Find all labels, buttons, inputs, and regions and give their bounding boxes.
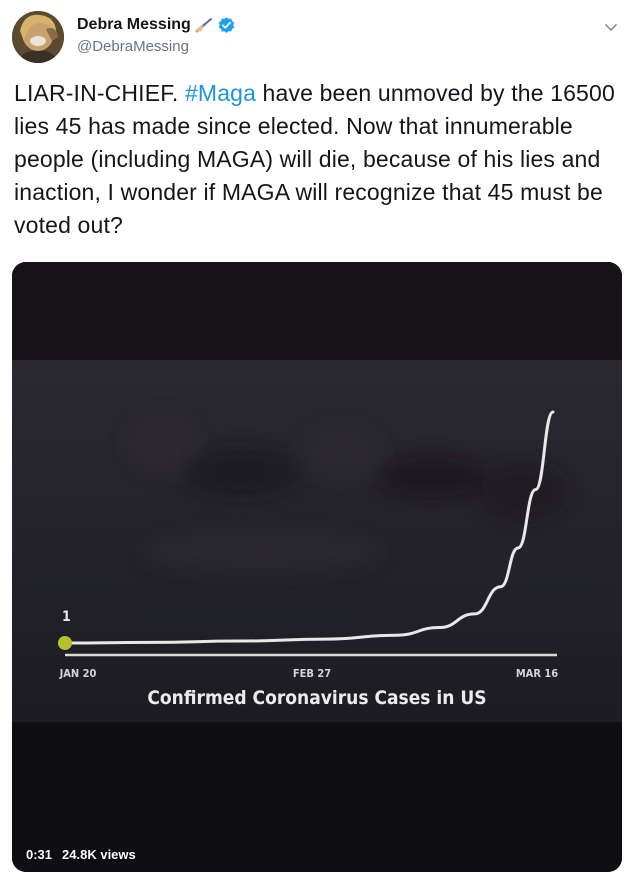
x-tick-label: FEB 27 bbox=[293, 667, 331, 680]
video-frame-chart: 1 JAN 20 FEB 27 MAR 16 Confirmed Coronavirus… bbox=[12, 262, 622, 872]
verified-badge-icon bbox=[218, 16, 235, 33]
tweet-text: LIAR-IN-CHIEF. #Maga have been unmoved b… bbox=[14, 77, 626, 242]
video-player[interactable]: 1 JAN 20 FEB 27 MAR 16 Confirmed Coronavirus… bbox=[12, 262, 622, 872]
tweet-text-lead: LIAR-IN-CHIEF. bbox=[14, 80, 185, 106]
chevron-down-icon[interactable] bbox=[602, 18, 620, 36]
start-point-marker bbox=[58, 636, 72, 650]
start-value-label: 1 bbox=[62, 609, 71, 625]
writing-hand-icon bbox=[195, 18, 212, 33]
author-handle[interactable]: @DebraMessing bbox=[77, 38, 189, 55]
display-name[interactable]: Debra Messing bbox=[77, 16, 191, 34]
hashtag-link[interactable]: #Maga bbox=[185, 80, 256, 106]
tweet-card: Debra Messing @DebraMessing LIAR-IN-CHIE… bbox=[0, 0, 634, 887]
x-tick-label: JAN 20 bbox=[59, 667, 97, 680]
avatar-photo bbox=[12, 11, 64, 63]
video-overlay: 0:31 24.8K views bbox=[26, 847, 136, 862]
author-name-row: Debra Messing bbox=[77, 15, 236, 35]
x-tick-label: MAR 16 bbox=[516, 667, 558, 680]
avatar[interactable] bbox=[12, 11, 64, 63]
video-view-count: 24.8K views bbox=[62, 847, 136, 862]
chart-title: Confirmed Coronavirus Cases in US bbox=[147, 687, 486, 709]
video-timestamp: 0:31 bbox=[26, 847, 53, 862]
